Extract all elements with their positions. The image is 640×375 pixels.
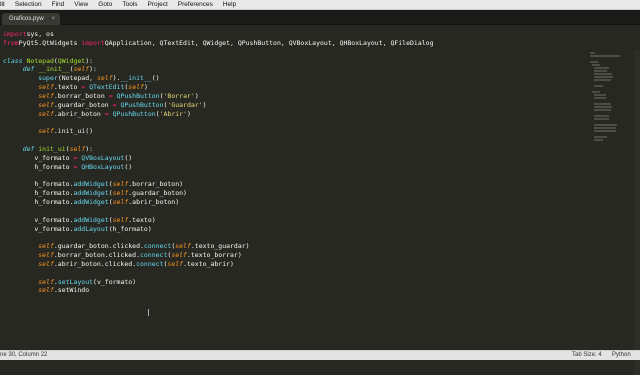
code-line[interactable]: self.setWindo (3, 286, 434, 295)
cursor-position: ne 30, Column 22 (0, 352, 48, 358)
code-editor[interactable]: importsys, os fromPyQt5.QtWidgets importQ… (0, 25, 640, 375)
code-line[interactable] (3, 269, 434, 278)
syntax-indicator[interactable]: Python (612, 352, 631, 358)
menu-item-selection[interactable]: Selection (10, 0, 47, 10)
code-line[interactable]: fromPyQt5.QtWidgets importQApplication, … (3, 39, 434, 48)
tab-size-indicator[interactable]: Tab Size: 4 (572, 352, 602, 358)
code-line[interactable]: super(Notepad, self).__init__() (3, 74, 434, 83)
code-text[interactable]: importsys, os fromPyQt5.QtWidgets importQ… (3, 30, 434, 295)
menu-item-find[interactable]: Find (47, 0, 70, 10)
code-line[interactable]: self.abrir_boton.clicked.connect(self.te… (3, 260, 434, 269)
menu-item-view[interactable]: View (69, 0, 93, 10)
code-line[interactable]: self.abrir_boton = QPushButton('Abrir') (3, 110, 434, 119)
code-line[interactable] (3, 118, 434, 127)
menu-item-goto[interactable]: Goto (93, 0, 117, 10)
code-line[interactable]: v_formato.addLayout(h_formato) (3, 225, 434, 234)
code-line[interactable]: h_formato.addWidget(self.abrir_boton) (3, 198, 434, 207)
menu-item-help[interactable]: Help (218, 0, 241, 10)
code-line[interactable] (3, 48, 434, 57)
code-line[interactable]: h_formato.addWidget(self.guardar_boton) (3, 189, 434, 198)
code-line[interactable] (3, 233, 434, 242)
code-line[interactable] (3, 207, 434, 216)
code-line[interactable]: def init_ui(self): (3, 145, 434, 154)
code-line[interactable]: self.setLayout(v_formato) (3, 278, 434, 287)
code-line[interactable] (3, 136, 434, 145)
menu-item-preferences[interactable]: Preferences (173, 0, 218, 10)
code-line[interactable]: self.borrar_boton.clicked.connect(self.t… (3, 251, 434, 260)
code-line[interactable]: importsys, os (3, 30, 434, 39)
text-cursor (148, 309, 149, 316)
vertical-scrollbar[interactable] (634, 50, 640, 375)
code-line[interactable]: self.guardar_boton = QPushButton('Guarda… (3, 101, 434, 110)
menu-item-tools[interactable]: Tools (117, 0, 142, 10)
tab-bar: Graficos.pyw × (0, 10, 640, 25)
minimap[interactable] (590, 52, 622, 141)
code-line[interactable]: v_formato.addWidget(self.texto) (3, 216, 434, 225)
code-line[interactable]: h_formato.addWidget(self.borrar_boton) (3, 180, 434, 189)
tab-graficos[interactable]: Graficos.pyw × (2, 13, 60, 25)
tab-label: Graficos.pyw (9, 16, 44, 22)
close-icon[interactable]: × (51, 13, 55, 25)
code-line[interactable]: self.borrar_boton = QPushButton('Borrar'… (3, 92, 434, 101)
status-bar: ne 30, Column 22 Tab Size: 4 Python (0, 350, 640, 360)
code-line[interactable]: v_formato = QVBoxLayout() (3, 154, 434, 163)
code-line[interactable]: class Notepad(QWidget): (3, 57, 434, 66)
menu-item-project[interactable]: Project (143, 0, 173, 10)
menu-item-dit[interactable]: dit (0, 0, 10, 10)
code-line[interactable] (3, 172, 434, 181)
code-line[interactable]: self.guardar_boton.clicked.connect(self.… (3, 242, 434, 251)
code-line[interactable]: def __init__(self): (3, 65, 434, 74)
menu-bar: ditSelectionFindViewGotoToolsProjectPref… (0, 0, 640, 10)
code-line[interactable]: self.init_ui() (3, 127, 434, 136)
code-line[interactable]: h_formato = QHBoxLayout() (3, 163, 434, 172)
code-line[interactable]: self.texto = QTextEdit(self) (3, 83, 434, 92)
